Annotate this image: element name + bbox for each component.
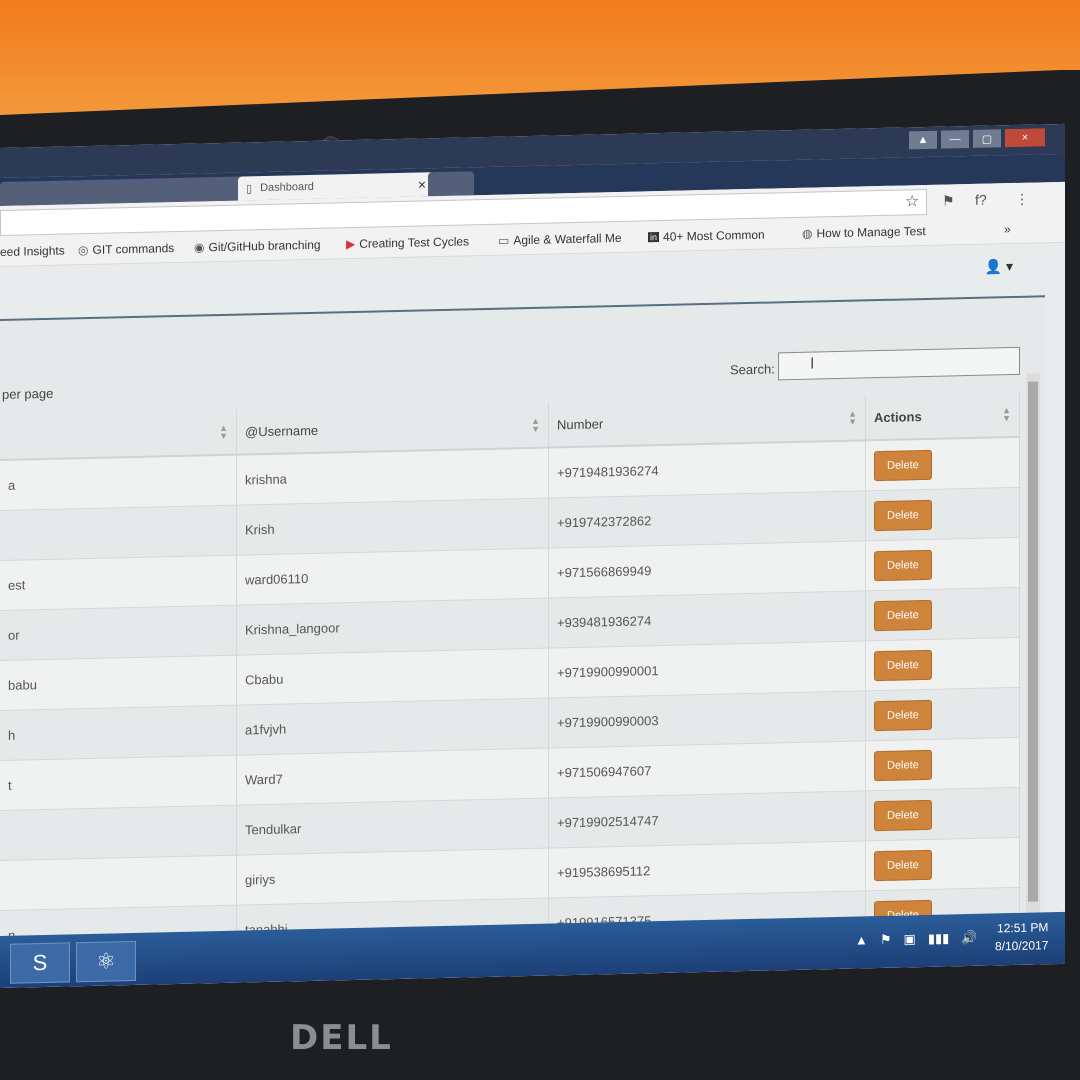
scrollbar-thumb[interactable] — [1028, 381, 1038, 902]
vertical-scrollbar[interactable] — [1026, 373, 1040, 988]
dell-logo: DELL — [290, 1018, 393, 1058]
number-cell: +9719900990001 — [548, 640, 866, 699]
username-cell: Tendulkar — [236, 798, 549, 856]
delete-button[interactable]: Delete — [874, 849, 932, 881]
maximize-button[interactable]: ▢ — [973, 129, 1001, 148]
username-cell: Krishna_langoor — [236, 598, 549, 656]
bookmark-test-cycles[interactable]: ▶ Creating Test Cycles — [346, 234, 469, 251]
page-icon: ▯ — [246, 182, 253, 195]
per-page-label: per page — [2, 385, 54, 402]
number-cell: +939481936274 — [548, 590, 866, 649]
bookmarks-overflow-icon[interactable]: » — [1004, 222, 1011, 236]
linkedin-icon: in — [648, 232, 660, 243]
system-clock[interactable]: 12:51 PM 8/10/2017 — [995, 918, 1048, 955]
display-icon[interactable]: ▣ — [904, 931, 916, 947]
network-signal-icon[interactable]: ▮▮▮ — [928, 930, 949, 946]
sort-icon: ▲ ▼ — [531, 415, 540, 434]
column-name[interactable]: ▲ ▼ — [0, 409, 237, 460]
number-cell: +9719900990003 — [548, 690, 866, 749]
username-cell: krishna — [236, 447, 549, 506]
bookmark-star-icon[interactable]: ☆ — [905, 191, 919, 211]
number-cell: +919742372862 — [548, 490, 866, 549]
page-icon: ▭ — [498, 233, 510, 248]
close-tab-icon[interactable]: × — [418, 176, 426, 192]
delete-button[interactable]: Delete — [874, 649, 932, 681]
name-cell: est — [0, 555, 237, 611]
bookmark-speed-insights[interactable]: eed Insights — [0, 244, 65, 259]
bookmark-git-commands[interactable]: ◎ GIT commands — [78, 241, 174, 257]
close-window-button[interactable]: × — [1005, 128, 1045, 148]
action-center-flag-icon[interactable]: ⚑ — [880, 932, 892, 948]
username-cell: ward06110 — [236, 548, 549, 606]
volume-icon[interactable]: 🔊 — [961, 930, 977, 946]
username-cell: Ward7 — [236, 748, 549, 806]
username-cell: a1fvjvh — [236, 698, 549, 756]
search-label: Search: — [730, 361, 775, 378]
restore-icon[interactable]: ▲ — [909, 130, 937, 150]
name-cell: babu — [0, 655, 237, 711]
username-cell: giriys — [236, 848, 549, 906]
name-cell: a — [0, 454, 237, 511]
bookmark-git-branching[interactable]: ◉ Git/GitHub branching — [194, 238, 321, 255]
extension-f-icon[interactable]: f? — [975, 192, 987, 208]
clock-date: 8/10/2017 — [995, 938, 1049, 954]
delete-button[interactable]: Delete — [874, 599, 932, 631]
browser-menu-icon[interactable]: ⋮ — [1015, 191, 1029, 208]
bookmark-agile-waterfall[interactable]: ▭ Agile & Waterfall Me — [498, 231, 622, 248]
users-table: ▲ ▼ @Username ▲ ▼ Number ▲ ▼ Actions ▲ ▼ a krish… — [0, 391, 1020, 961]
github-icon: ◉ — [194, 240, 205, 255]
delete-button[interactable]: Delete — [874, 699, 932, 731]
delete-button[interactable]: Delete — [874, 549, 932, 581]
youtube-icon: ▶ — [346, 236, 356, 252]
delete-button[interactable]: Delete — [874, 749, 932, 781]
sort-icon: ▲ ▼ — [848, 408, 857, 427]
new-tab-button[interactable] — [428, 171, 474, 197]
site-icon: ◍ — [802, 226, 813, 241]
text-cursor-icon: I — [810, 355, 815, 373]
delete-button[interactable]: Delete — [874, 799, 932, 831]
delete-button[interactable]: Delete — [874, 499, 932, 531]
tab-dashboard-label: Dashboard — [260, 180, 314, 195]
dashboard-page: 👤 ▾ per page Search: I ▲ ▼ @Username ▲ ▼ Nu… — [0, 243, 1045, 988]
skype-icon[interactable]: S — [10, 942, 70, 984]
sort-icon: ▲ ▼ — [219, 422, 228, 442]
delete-button[interactable]: Delete — [874, 449, 932, 481]
atom-icon[interactable]: ⚛ — [76, 940, 136, 983]
name-cell — [0, 505, 237, 561]
name-cell — [0, 805, 237, 861]
system-tray: ▲ ⚑ ▣ ▮▮▮ 🔊 — [855, 930, 977, 949]
name-cell: or — [0, 605, 237, 661]
globe-icon: ◎ — [78, 242, 89, 258]
screen: ▲ — ▢ × ▯ Dashboard × ☆ ⚑ f? ⋮ eed Insig… — [0, 123, 1065, 988]
window-controls: ▲ — ▢ × — [909, 128, 1045, 150]
name-cell — [0, 855, 237, 911]
column-number[interactable]: Number ▲ ▼ — [548, 395, 866, 448]
number-cell: +9719481936274 — [548, 440, 866, 499]
clock-time: 12:51 PM — [997, 920, 1049, 936]
user-menu[interactable]: 👤 ▾ — [985, 258, 1013, 276]
number-cell: +971566869949 — [548, 540, 866, 599]
number-cell: +971506947607 — [548, 740, 866, 799]
bookmark-most-common[interactable]: in 40+ Most Common — [648, 228, 765, 245]
bookmark-manage-test[interactable]: ◍ How to Manage Test — [802, 224, 926, 241]
username-cell: Cbabu — [236, 648, 549, 706]
column-username[interactable]: @Username ▲ ▼ — [236, 402, 549, 455]
column-actions[interactable]: Actions ▲ ▼ — [865, 391, 1020, 441]
username-cell: Krish — [236, 498, 549, 556]
sort-icon: ▲ ▼ — [1002, 405, 1011, 424]
minimize-button[interactable]: — — [941, 130, 969, 149]
user-icon: 👤 — [984, 258, 1003, 275]
show-hidden-icons[interactable]: ▲ — [855, 932, 868, 948]
extension-icon[interactable]: ⚑ — [942, 192, 955, 209]
caret-down-icon: ▾ — [1005, 258, 1013, 275]
number-cell: +919538695112 — [548, 840, 866, 899]
number-cell: +9719902514747 — [548, 790, 866, 849]
name-cell: h — [0, 705, 237, 761]
name-cell: t — [0, 755, 237, 811]
